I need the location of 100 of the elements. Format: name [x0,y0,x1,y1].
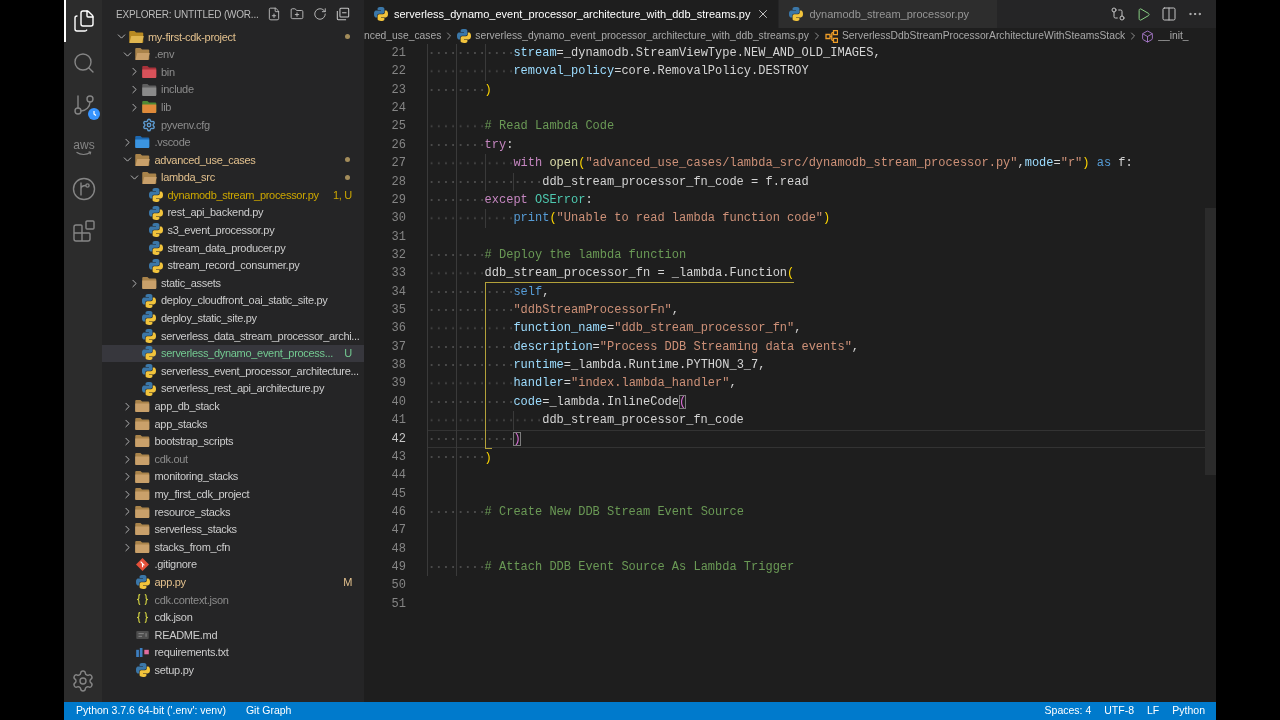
explorer-item[interactable]: app_db_stack [102,397,364,416]
explorer-item[interactable]: requirements.txt [102,643,364,662]
gear-icon [142,117,156,132]
explorer-item[interactable]: my_first_cdk_project [102,485,364,504]
explorer-item[interactable]: cdk.out [102,450,364,468]
files-icon [72,9,96,33]
explorer-item[interactable]: my-first-cdk-project [102,28,364,46]
explorer-item[interactable]: stream_record_consumer.py [102,256,364,275]
status-bar-item[interactable]: Python 3.7.6 64-bit ('.env': venv) [76,703,226,719]
line-number: 36 [390,320,406,338]
new-file-icon[interactable] [267,7,281,21]
explorer-item[interactable]: lambda_src [102,168,364,187]
status-bar-item[interactable]: Git Graph [245,703,292,719]
explorer-title: EXPLORER: UNTITLED (WOR... [116,7,259,22]
breadcrumb-item[interactable]: serverless_dynamo_event_processor_architecture_with_ddb_streams.py [457,28,809,44]
explorer-item[interactable]: serverless_rest_api_architecture.py [102,379,364,398]
class-symbol-icon [825,29,838,43]
play-icon[interactable] [1136,6,1151,22]
explorer-item[interactable]: lib [102,98,364,116]
explorer-item[interactable]: .vscode [102,133,364,152]
aws-button[interactable]: aws [64,126,102,168]
open-folder-icon [141,171,157,184]
explorer-item[interactable]: pyvenv.cfg [102,115,364,134]
status-bar-item[interactable]: LF [1147,703,1160,719]
line-number: 46 [390,504,406,521]
line-number: 34 [390,283,406,301]
folder-icon [135,505,150,518]
explorer-item[interactable]: app_stacks [102,415,364,433]
explorer-item[interactable]: static_assets [102,274,364,292]
new-folder-icon[interactable] [290,7,304,21]
status-bar-item[interactable]: Spaces: 4 [1044,703,1092,719]
branch-circle-icon [72,177,96,201]
explorer-item[interactable]: include [102,80,364,99]
explorer-item[interactable]: stacks_from_cfn [102,538,364,556]
compare-changes-icon[interactable] [1110,6,1126,22]
explorer-item[interactable]: bin [102,63,364,81]
breadcrumb-item[interactable]: __init_ [1141,28,1189,44]
line-number: 23 [390,81,406,99]
git-status-label: U [344,346,352,362]
settings-icon[interactable] [71,669,95,693]
braces-icon [136,594,149,606]
status-bar-item[interactable]: Python [1172,703,1205,719]
line-number: 26 [390,136,406,154]
python-icon [457,29,472,43]
python-icon [142,381,156,396]
explorer-item[interactable]: cdk.json [102,608,364,627]
search-icon [72,51,96,75]
line-number: 50 [390,577,406,595]
status-bar-item[interactable]: UTF-8 [1104,703,1135,719]
git-status-label: M [343,574,352,590]
line-number: 33 [390,265,406,283]
explorer-item[interactable]: serverless_dynamo_event_process... U [102,344,364,363]
indent-guide [455,411,485,430]
refresh-icon[interactable] [313,7,327,21]
cube-icon [1141,29,1155,43]
scrollbar-thumb[interactable] [1205,208,1216,475]
explorer-item[interactable]: setup.py [102,661,364,679]
explorer-item[interactable]: app.py M [102,573,364,591]
explorer-item[interactable]: README.md [102,626,364,644]
explorer-item[interactable]: rest_api_backend.py [102,203,364,222]
explorer-item[interactable]: deploy_cloudfront_oai_static_site.py [102,291,364,310]
explorer-item[interactable]: advanced_use_cases [102,151,364,169]
explorer-item[interactable]: deploy_static_site.py [102,309,364,328]
folder-icon [135,523,150,536]
code-line: stream=_dynamodb.StreamViewType.NEW_AND_OLD_IMAGES, [513,45,881,62]
explorer-item[interactable]: serverless_stacks [102,520,364,539]
split-editor-icon[interactable] [1161,6,1177,22]
python-icon [142,293,156,308]
indent-guide [427,447,456,467]
clock-badge-icon [88,108,100,120]
explorer-item[interactable]: cdk.context.json [102,591,364,609]
folder-icon [135,417,150,430]
python-icon [148,188,163,203]
explorer-item[interactable]: .gitignore [102,555,364,574]
explorer-item[interactable]: dynamodb_stream_processor.py 1, U [102,186,364,204]
line-number: 38 [390,357,406,375]
folder-icon [141,66,157,78]
code-line: try: [484,136,514,154]
python-icon [148,240,163,255]
explorer-item[interactable]: bootstrap_scripts [102,432,364,451]
folder-icon [135,488,150,501]
explorer-item[interactable]: serverless_data_stream_processor_archi... [102,327,364,345]
editor-tab[interactable]: serverless_dynamo_event_processor_architecture_with_ddb_streams.py [364,0,780,28]
breadcrumb-item[interactable]: ServerlessDdbStreamProcessorArchitectureWithSteamsStack [825,28,1126,44]
line-number: 45 [390,485,406,503]
open-folder-icon [135,153,150,166]
explorer-item[interactable]: stream_data_producer.py [102,239,364,257]
explorer-item[interactable]: s3_event_processor.py [102,221,364,240]
explorer-item[interactable]: resource_stacks [102,503,364,521]
braces-icon [136,611,149,623]
python-icon [142,364,156,379]
editor-tab[interactable]: dynamodb_stream_processor.py [779,0,999,28]
explorer-item[interactable]: monitoring_stacks [102,467,364,486]
explorer-item[interactable]: serverless_event_processor_architecture... [102,362,364,380]
diamond-branch-icon [136,558,149,572]
collapse-all-icon[interactable] [336,7,350,21]
explorer-item[interactable]: .env [102,45,364,64]
line-number: 42 [390,430,406,448]
line-number: 25 [390,118,406,136]
breadcrumb-item[interactable]: nced_use_cases [364,28,442,44]
